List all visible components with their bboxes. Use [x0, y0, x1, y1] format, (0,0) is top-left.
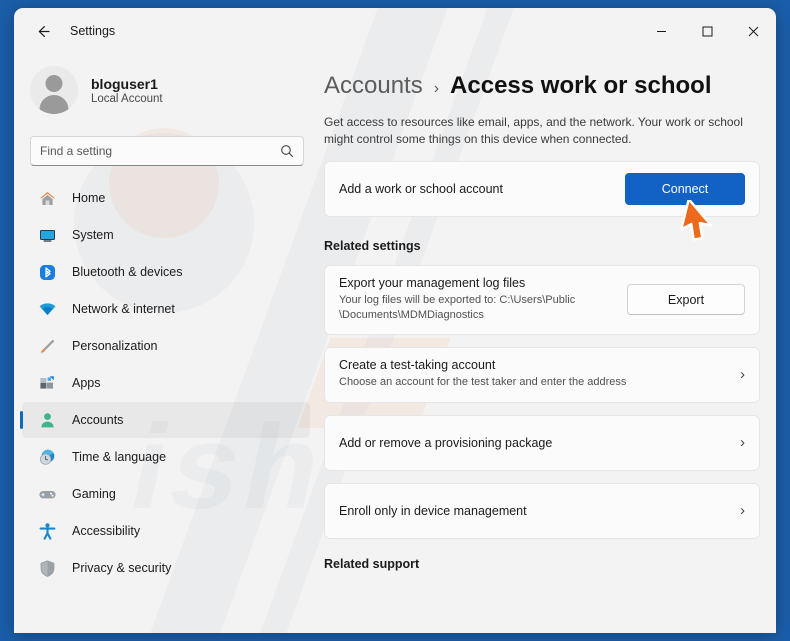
sidebar-item-label: Bluetooth & devices: [72, 265, 183, 279]
window-body: bloguser1 Local Account Find a setting H…: [14, 54, 776, 633]
sidebar-item-accounts[interactable]: Accounts: [20, 402, 310, 438]
create-test-taking-account-card[interactable]: Create a test-taking account Choose an a…: [324, 346, 760, 403]
provisioning-package-card[interactable]: Add or remove a provisioning package ›: [324, 414, 760, 471]
sidebar-item-gaming[interactable]: Gaming: [22, 476, 310, 512]
paintbrush-icon: [36, 335, 58, 357]
maximize-button[interactable]: [684, 8, 730, 54]
sidebar-item-label: Time & language: [72, 450, 167, 464]
account-person-icon: [36, 409, 58, 431]
maximize-icon: [702, 26, 712, 36]
window-title: Settings: [70, 24, 116, 38]
minimize-icon: [656, 30, 666, 32]
close-button[interactable]: [730, 8, 776, 54]
breadcrumb-separator: ›: [433, 80, 440, 97]
back-arrow-icon: [38, 25, 50, 37]
sidebar-item-accessibility[interactable]: Accessibility: [22, 513, 310, 549]
avatar: [30, 66, 78, 114]
gamepad-icon: [36, 483, 58, 505]
breadcrumb: Accounts › Access work or school: [324, 72, 760, 100]
card-title: Enroll only in device management: [339, 503, 527, 518]
chevron-right-icon: ›: [740, 502, 745, 520]
profile-subtitle: Local Account: [91, 92, 163, 105]
apps-grid-icon: [36, 372, 58, 394]
sidebar-item-personalization[interactable]: Personalization: [22, 328, 310, 364]
related-support-heading: Related support: [324, 556, 420, 571]
export-button[interactable]: Export: [627, 284, 745, 316]
sidebar-item-label: Accessibility: [72, 524, 141, 538]
sidebar-item-label: Gaming: [72, 487, 116, 501]
page-title: Access work or school: [450, 72, 712, 99]
chevron-right-icon: ›: [740, 434, 745, 452]
sidebar-item-network-internet[interactable]: Network & internet: [22, 291, 310, 327]
enroll-device-management-card[interactable]: Enroll only in device management ›: [324, 482, 760, 539]
page-description: Get access to resources like email, apps…: [324, 115, 743, 147]
shield-icon: [36, 557, 58, 579]
sidebar-item-label: Accounts: [72, 413, 124, 427]
search-icon: [281, 145, 294, 158]
minimize-button[interactable]: [638, 8, 684, 54]
user-profile[interactable]: bloguser1 Local Account: [30, 66, 320, 114]
sidebar-item-label: System: [72, 228, 114, 242]
settings-window: ish .com Settings: [14, 8, 776, 633]
sidebar-item-label: Apps: [72, 376, 101, 390]
chevron-right-icon: ›: [740, 366, 745, 384]
sidebar-item-label: Home: [72, 191, 106, 205]
search-input[interactable]: [40, 144, 280, 158]
sidebar-item-privacy-security[interactable]: Privacy & security: [22, 550, 310, 586]
card-subtitle: Your log files will be exported to: C:\U…: [339, 293, 576, 322]
sidebar-item-label: Personalization: [72, 339, 158, 353]
card-title: Create a test-taking account: [339, 358, 496, 373]
main-content: Accounts › Access work or school Get acc…: [320, 54, 776, 633]
close-icon: [748, 26, 758, 36]
card-title: Export your management log files: [339, 275, 526, 290]
home-icon: [36, 187, 58, 209]
accessibility-icon: [36, 520, 58, 542]
sidebar-item-apps[interactable]: Apps: [22, 365, 310, 401]
clock-globe-icon: [36, 446, 58, 468]
window-controls: [638, 8, 776, 54]
profile-name: bloguser1: [91, 75, 158, 92]
sidebar-item-system[interactable]: System: [22, 217, 310, 253]
add-work-school-account-card: Add a work or school account Connect: [324, 160, 760, 217]
export-log-files-card: Export your management log files Your lo…: [324, 264, 760, 335]
sidebar-item-bluetooth-devices[interactable]: Bluetooth & devices: [22, 254, 310, 290]
card-subtitle: Choose an account for the test taker and…: [339, 376, 627, 389]
sidebar-item-home[interactable]: Home: [22, 180, 310, 216]
related-settings-heading: Related settings: [324, 238, 421, 253]
sidebar-nav: Home System Bluetooth & devices Network …: [14, 180, 320, 586]
card-title: Add or remove a provisioning package: [339, 435, 553, 450]
sidebar-item-label: Network & internet: [72, 302, 175, 316]
back-button[interactable]: [26, 16, 60, 46]
sidebar: bloguser1 Local Account Find a setting H…: [14, 54, 320, 633]
connect-button[interactable]: Connect: [625, 172, 745, 205]
system-monitor-icon: [36, 224, 58, 246]
search-box[interactable]: [30, 136, 304, 166]
wifi-icon: [36, 298, 58, 320]
sidebar-item-label: Privacy & security: [72, 561, 172, 575]
title-bar: Settings: [14, 8, 776, 54]
bluetooth-icon: [36, 261, 58, 283]
breadcrumb-parent[interactable]: Accounts: [324, 72, 423, 100]
sidebar-item-time-language[interactable]: Time & language: [22, 439, 310, 475]
card-title: Add a work or school account: [339, 181, 503, 196]
